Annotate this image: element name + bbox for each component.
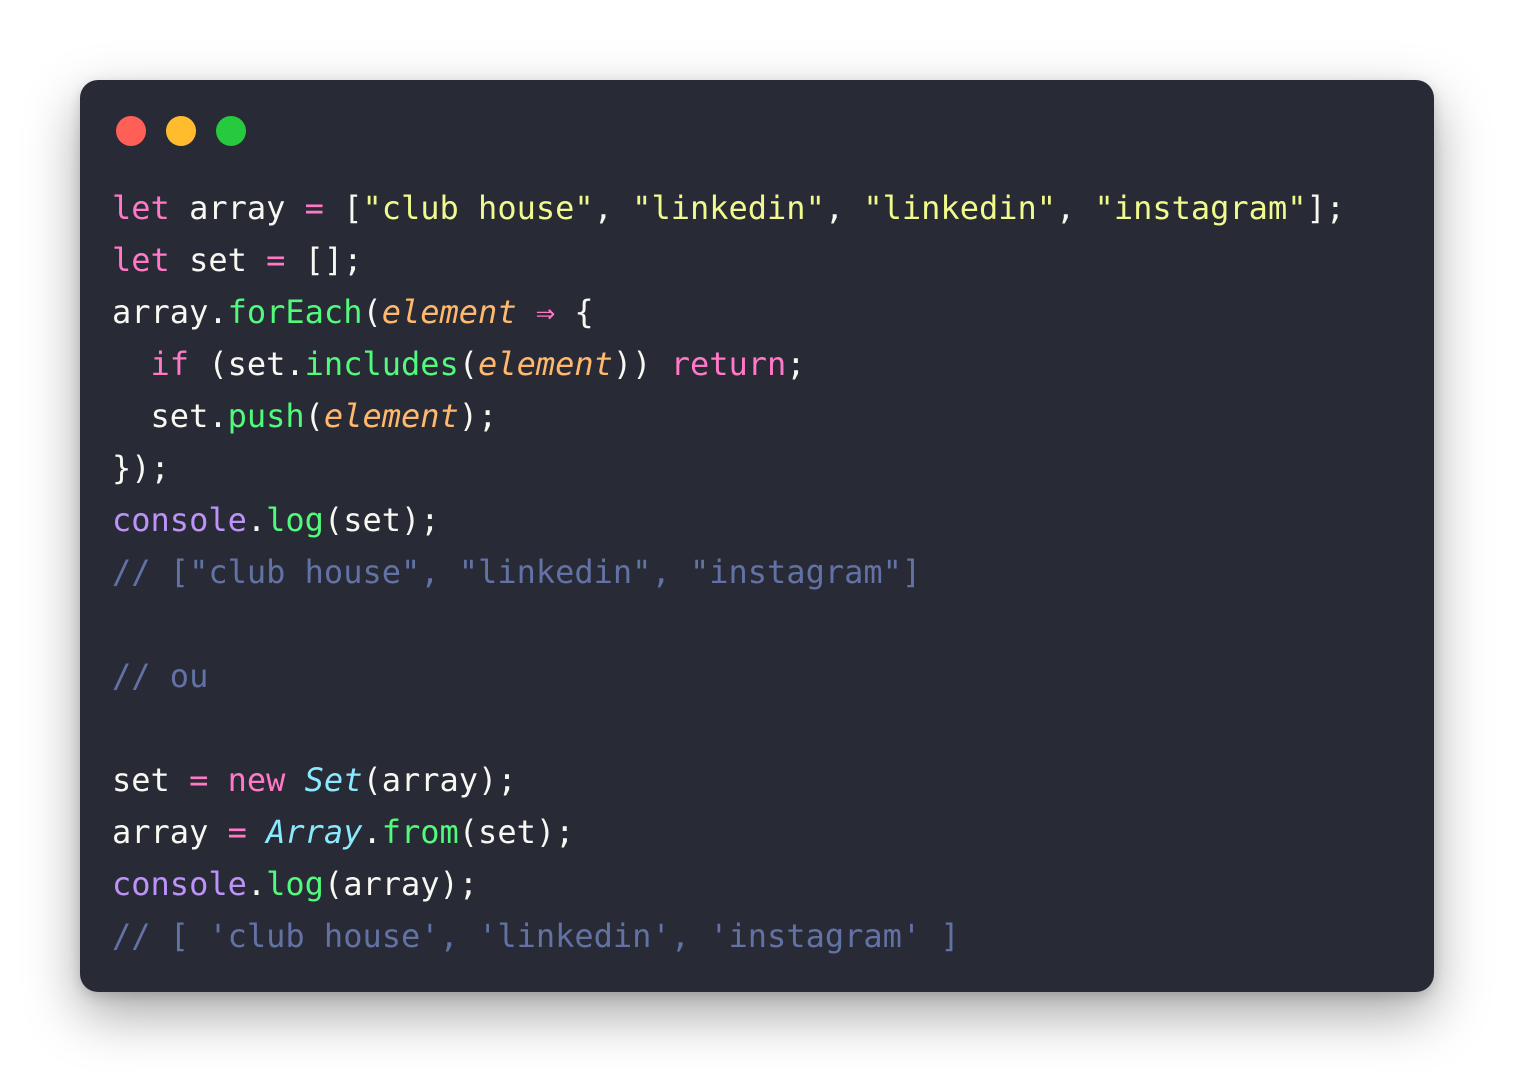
- code-token-plain: .: [246, 865, 267, 903]
- code-token-operator: =: [189, 761, 209, 799]
- code-token-func: log: [266, 865, 324, 903]
- code-token-param: element: [381, 293, 517, 331]
- code-token-plain: [: [323, 189, 363, 227]
- code-line: array.forEach(element ⇒ {: [112, 286, 1345, 338]
- code-token-plain: set: [169, 241, 267, 279]
- code-token-plain: set: [112, 761, 190, 799]
- code-token-class: Set: [304, 761, 363, 799]
- code-line: console.log(set);: [112, 494, 1345, 546]
- code-line: // ["club house", "linkedin", "instagram…: [112, 546, 1345, 598]
- code-token-plain: ,: [1056, 189, 1095, 227]
- code-line: if (set.includes(element)) return;: [112, 338, 1345, 390]
- code-token-func: includes: [304, 345, 459, 383]
- code-token-keyword: return: [670, 345, 787, 383]
- code-token-func: from: [381, 813, 459, 851]
- code-token-func: forEach: [227, 293, 363, 331]
- minimize-button[interactable]: [166, 116, 196, 146]
- code-token-console: console: [112, 501, 247, 539]
- code-token-string: "club house": [362, 189, 594, 227]
- code-token-plain: array: [169, 189, 305, 227]
- code-line: let set = [];: [112, 234, 1345, 286]
- code-token-plain: [];: [285, 241, 363, 279]
- code-line: console.log(array);: [112, 858, 1345, 910]
- code-token-plain: ];: [1306, 189, 1345, 227]
- code-block: let array = ["club house", "linkedin", "…: [112, 182, 1345, 962]
- code-token-comment: // ou: [112, 657, 209, 695]
- code-token-plain: .: [362, 813, 382, 851]
- code-token-class: Array: [266, 813, 363, 851]
- code-token-plain: (set);: [323, 501, 440, 539]
- code-token-plain: (set.: [189, 345, 305, 383]
- window-controls: [116, 116, 246, 146]
- code-token-console: console: [112, 865, 247, 903]
- code-token-plain: )): [612, 345, 671, 383]
- close-button[interactable]: [116, 116, 146, 146]
- code-line: });: [112, 442, 1345, 494]
- code-line: array = Array.from(set);: [112, 806, 1345, 858]
- code-token-plain: ;: [786, 345, 806, 383]
- code-token-plain: set.: [112, 397, 228, 435]
- code-token-func: log: [266, 501, 324, 539]
- code-token-plain: ,: [824, 189, 864, 227]
- code-token-keyword: new: [227, 761, 286, 799]
- code-token-comment: // ["club house", "linkedin", "instagram…: [112, 553, 922, 591]
- code-token-comment: // [ 'club house', 'linkedin', 'instagra…: [112, 917, 960, 955]
- code-token-string: "linkedin": [863, 189, 1057, 227]
- code-line: // [ 'club house', 'linkedin', 'instagra…: [112, 910, 1345, 962]
- code-token-plain: ,: [593, 189, 633, 227]
- code-token-plain: (array);: [362, 761, 517, 799]
- code-token-plain: .: [246, 501, 267, 539]
- code-token-plain: (set);: [458, 813, 575, 851]
- code-token-plain: array.: [112, 293, 228, 331]
- maximize-button[interactable]: [216, 116, 246, 146]
- code-token-keyword: let: [112, 189, 170, 227]
- code-line: set.push(element);: [112, 390, 1345, 442]
- code-token-string: "linkedin": [632, 189, 825, 227]
- code-token-keyword: if: [150, 345, 190, 383]
- code-token-plain: });: [112, 449, 170, 487]
- code-token-operator: =: [266, 241, 286, 279]
- code-token-plain: (: [304, 397, 324, 435]
- code-token-param: element: [478, 345, 613, 383]
- code-token-func: push: [227, 397, 305, 435]
- code-token-param: element: [323, 397, 459, 435]
- code-token-string: "instagram": [1094, 189, 1307, 227]
- code-token-plain: );: [458, 397, 498, 435]
- code-token-operator: =: [227, 813, 247, 851]
- code-token-plain: (: [458, 345, 479, 383]
- code-line: // ou: [112, 650, 1345, 702]
- code-token-keyword: let: [112, 241, 170, 279]
- code-token-plain: (: [362, 293, 382, 331]
- code-token-plain: array: [112, 813, 228, 851]
- code-token-plain: (array);: [323, 865, 479, 903]
- code-window: let array = ["club house", "linkedin", "…: [80, 80, 1434, 992]
- code-line: let array = ["club house", "linkedin", "…: [112, 182, 1345, 234]
- code-token-operator: =: [304, 189, 324, 227]
- code-token-operator: ⇒: [535, 293, 556, 331]
- code-line: set = new Set(array);: [112, 754, 1345, 806]
- code-token-plain: {: [555, 293, 594, 331]
